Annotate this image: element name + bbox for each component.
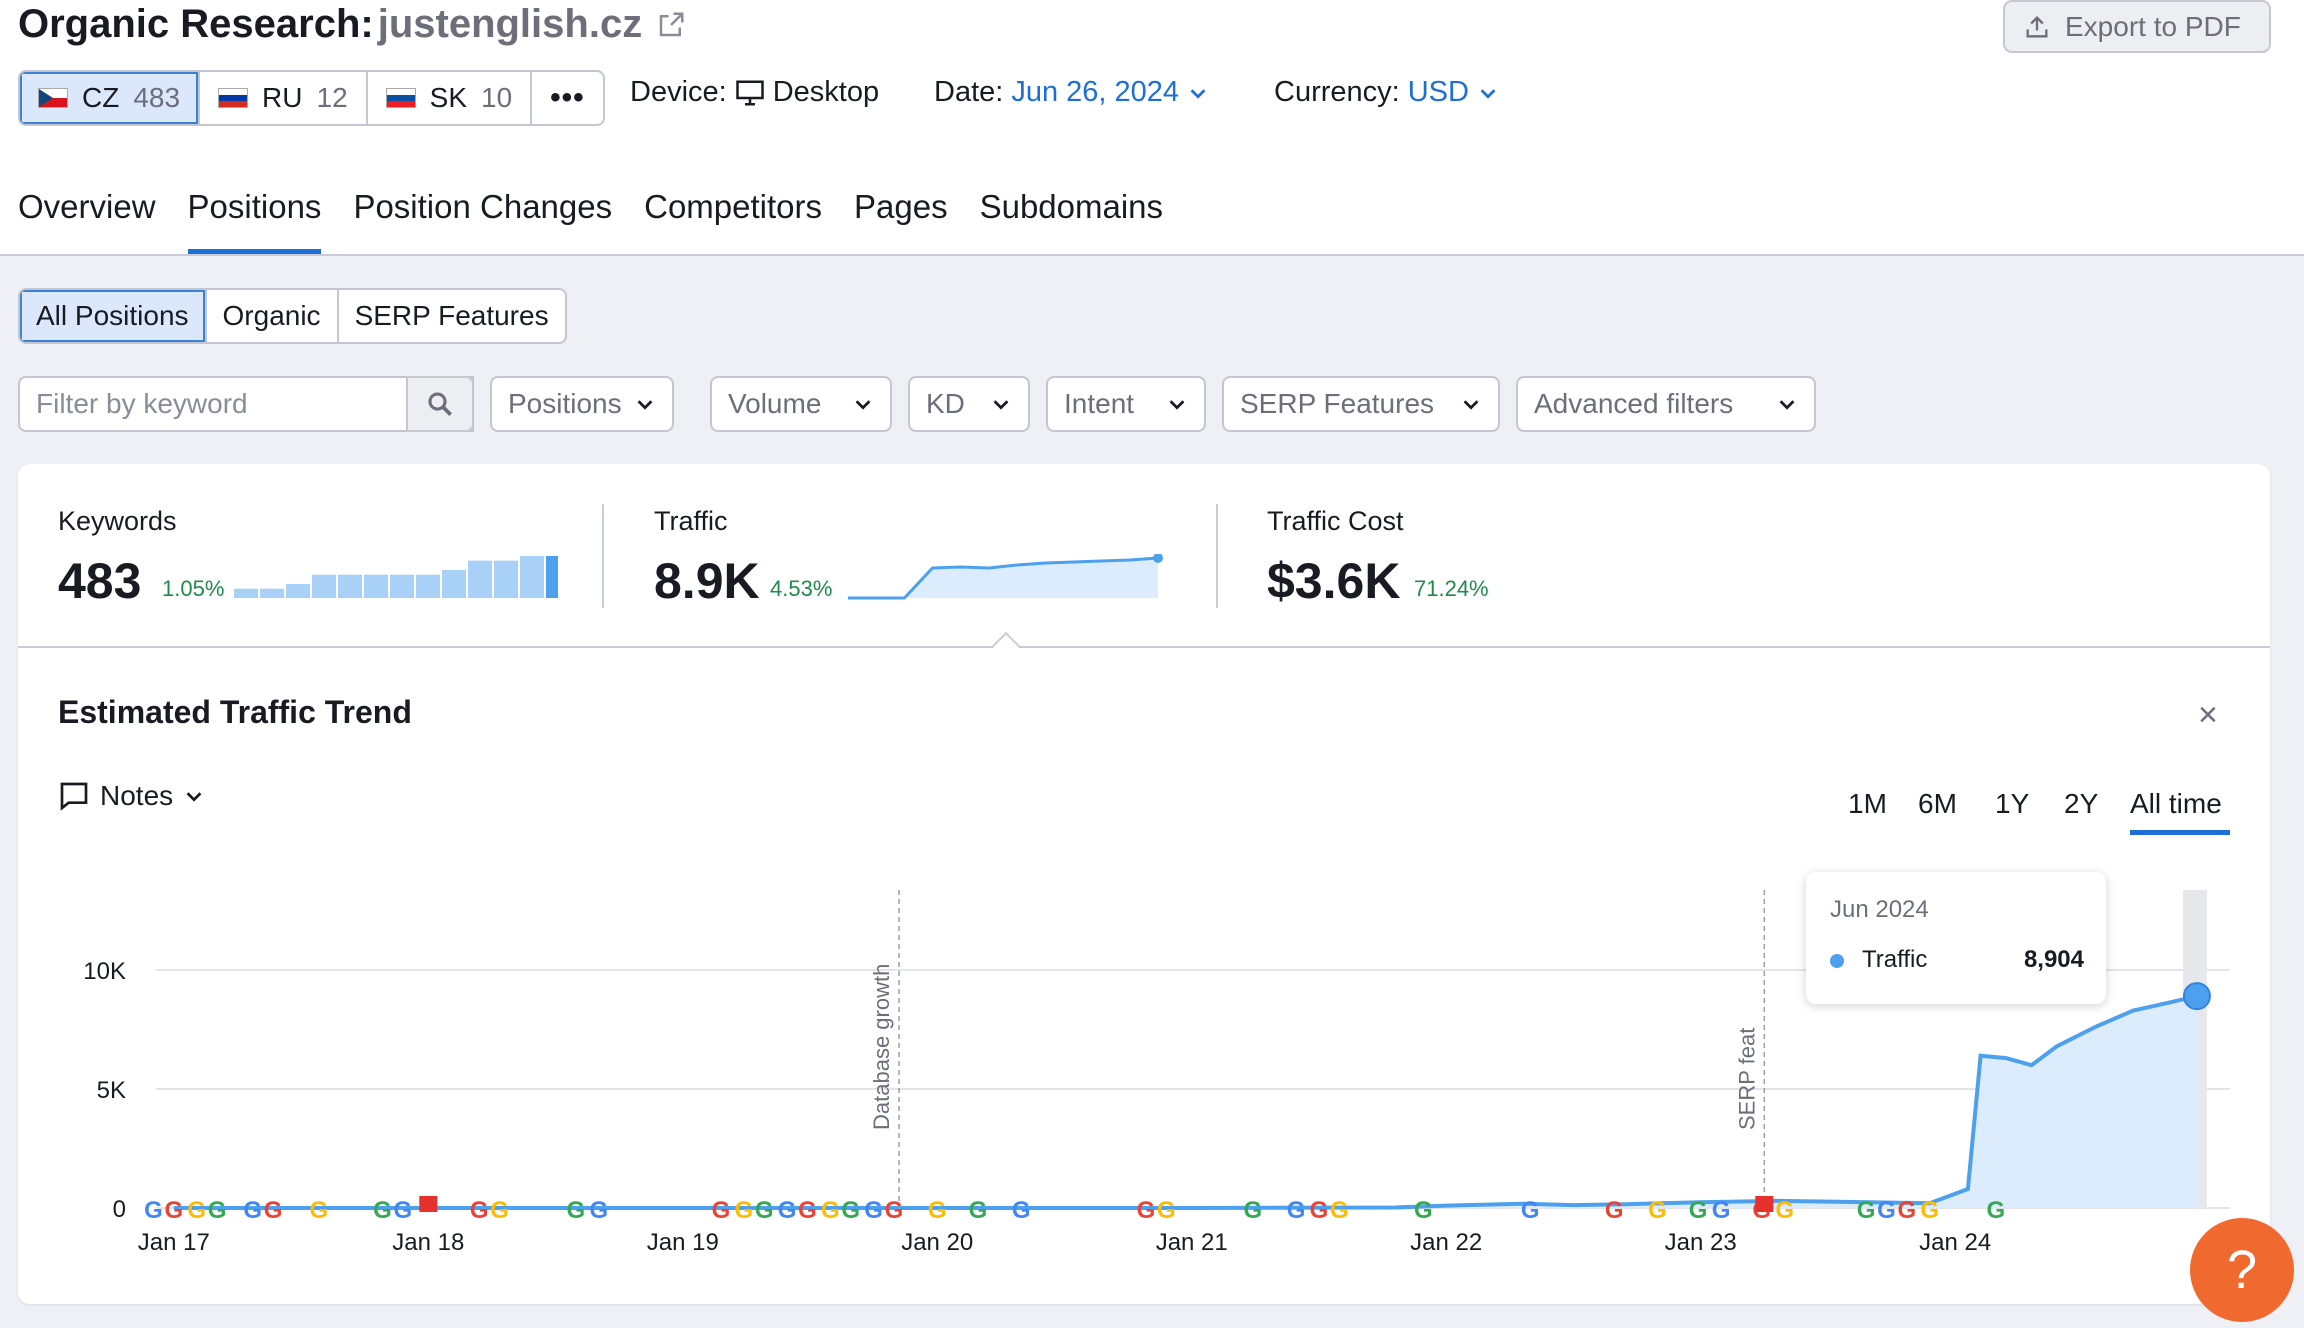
x-tick-label: Jan 19 (647, 1229, 719, 1256)
google-update-icon: G (589, 1197, 608, 1224)
help-button[interactable]: ? (2190, 1218, 2294, 1322)
google-update-icon: G (208, 1197, 227, 1224)
google-update-icon: G (821, 1197, 840, 1224)
google-update-icon: G (1012, 1197, 1031, 1224)
x-tick-label: Jan 24 (1919, 1229, 1991, 1256)
google-update-icon: G (885, 1197, 904, 1224)
google-update-icon: G (490, 1197, 509, 1224)
google-update-icon: G (1243, 1197, 1262, 1224)
x-tick-label: Jan 17 (138, 1229, 210, 1256)
google-update-icon: G (778, 1197, 797, 1224)
annotation-label: Database growth (869, 964, 894, 1130)
google-update-icon: G (470, 1197, 489, 1224)
traffic-trend-chart: 0 5K 10K Jan 17 Jan 18 Jan 19 Jan 20 Jan 21 Jan … (83, 890, 2230, 1256)
google-update-icon: G (1857, 1197, 1876, 1224)
x-tick-label: Jan 22 (1410, 1229, 1482, 1256)
note-flag-icon (419, 1196, 438, 1212)
tooltip-month: Jun 2024 (1830, 896, 1929, 923)
tooltip-series: Traffic (1862, 946, 1928, 973)
google-update-icon: G (264, 1197, 283, 1224)
google-update-icon: G (1287, 1197, 1306, 1224)
google-update-icon: G (1712, 1197, 1731, 1224)
google-update-icon: G (567, 1197, 586, 1224)
x-tick-label: Jan 18 (392, 1229, 464, 1256)
y-tick-label: 0 (113, 1196, 126, 1223)
traffic-area (173, 996, 2197, 1208)
google-update-icon: G (969, 1197, 988, 1224)
google-update-icon: G (187, 1197, 206, 1224)
y-tick-label: 10K (83, 958, 126, 985)
google-update-icon: G (1157, 1197, 1176, 1224)
chart-tooltip: Jun 2024 Traffic 8,904 (1806, 872, 2106, 1004)
x-tick-label: Jan 20 (901, 1229, 973, 1256)
google-update-icon: G (1689, 1197, 1708, 1224)
google-update-icon: G (1648, 1197, 1667, 1224)
tooltip-value: 8,904 (2023, 946, 2084, 973)
google-update-icon: G (144, 1197, 163, 1224)
google-update-icon: G (1775, 1197, 1794, 1224)
x-tick-label: Jan 21 (1156, 1229, 1228, 1256)
google-update-icon: G (1414, 1197, 1433, 1224)
traffic-active-point (2182, 982, 2211, 1011)
google-update-icon: G (1877, 1197, 1896, 1224)
google-update-icon: G (798, 1197, 817, 1224)
google-update-icon: G (864, 1197, 883, 1224)
google-update-icon: G (1521, 1197, 1540, 1224)
google-update-icon: G (1920, 1197, 1939, 1224)
google-update-icon: G (1137, 1197, 1156, 1224)
annotation-label: SERP feat (1734, 1028, 1759, 1130)
google-update-icon: G (841, 1197, 860, 1224)
y-tick-label: 5K (97, 1077, 126, 1104)
google-update-icon: G (164, 1197, 183, 1224)
google-update-icon: G (373, 1197, 392, 1224)
x-tick-label: Jan 23 (1665, 1229, 1737, 1256)
google-update-icon: G (1987, 1197, 2006, 1224)
traffic-line (173, 994, 2198, 1210)
google-update-icon: G (712, 1197, 731, 1224)
google-update-icon: G (310, 1197, 329, 1224)
google-update-icon: G (394, 1197, 413, 1224)
google-update-icon: G (243, 1197, 262, 1224)
series-dot-icon (1830, 954, 1844, 968)
google-update-icon: G (1310, 1197, 1329, 1224)
note-flag-icon (1755, 1196, 1774, 1212)
google-update-icon: G (1330, 1197, 1349, 1224)
google-update-icon: G (928, 1197, 947, 1224)
google-update-icon: G (735, 1197, 754, 1224)
google-update-icon: G (1605, 1197, 1624, 1224)
google-update-icon: G (1897, 1197, 1916, 1224)
google-update-icon: G (755, 1197, 774, 1224)
